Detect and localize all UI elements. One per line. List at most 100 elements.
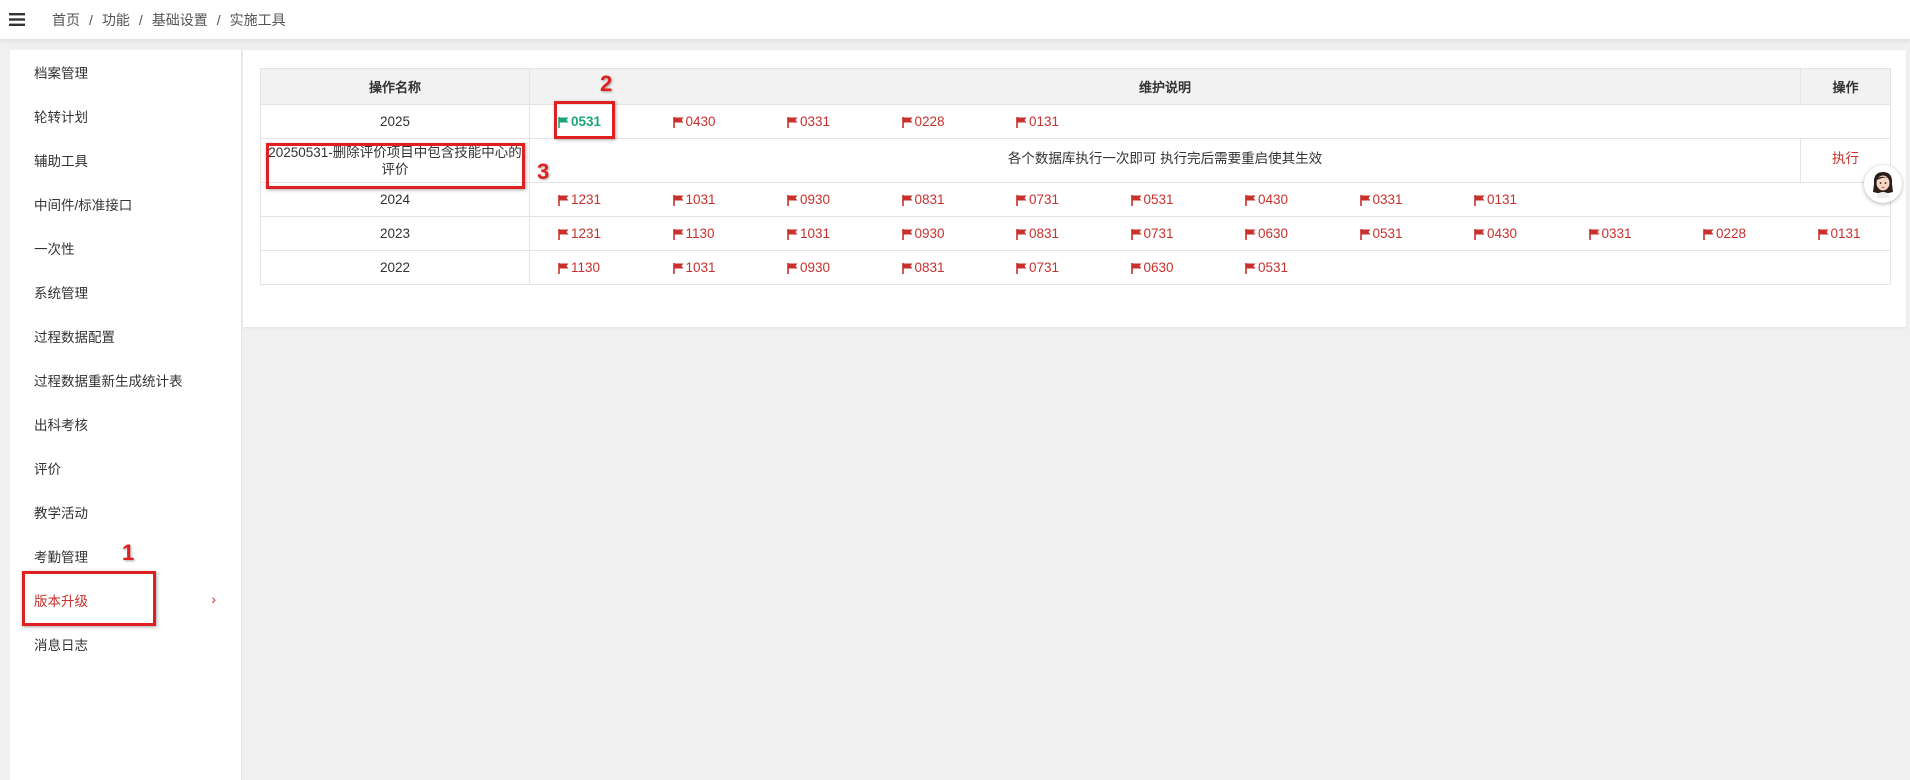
table-row: 20250531-删除评价项目中包含技能中心的评价 各个数据库执行一次即可 执行… (260, 138, 1891, 183)
column-header-operation-name: 操作名称 (260, 68, 530, 105)
year-cell: 2025 (260, 104, 530, 139)
top-bar: 首页 / 功能 / 基础设置 / 实施工具 (0, 0, 1910, 40)
version-link[interactable]: 0831 (1016, 226, 1131, 241)
flag-icon (787, 194, 799, 206)
annotation-number-2: 2 (600, 71, 613, 96)
flag-icon (1016, 116, 1028, 128)
version-link[interactable]: 0531 (1130, 192, 1246, 207)
version-list: 1231 1130 1031 0930 0831 0731 0630 0531 … (529, 216, 1891, 251)
sidebar-item-label: 考勤管理 (34, 550, 88, 565)
assistant-avatar-button[interactable] (1864, 165, 1902, 203)
version-link[interactable]: 0630 (1130, 260, 1246, 275)
flag-icon (1359, 194, 1372, 206)
version-link[interactable]: 1031 (672, 260, 788, 275)
version-link[interactable]: 1031 (672, 192, 788, 207)
version-link[interactable]: 0331 (1359, 192, 1475, 207)
sidebar-item-rotation-plan[interactable]: 轮转计划 (10, 94, 242, 138)
flag-icon (787, 262, 799, 274)
flag-icon (672, 228, 685, 240)
breadcrumb-separator: / (89, 11, 93, 28)
flag-icon (558, 194, 570, 206)
flag-icon (901, 116, 914, 128)
sidebar-item-one-time[interactable]: 一次性 (10, 226, 242, 270)
year-cell: 2023 (260, 216, 530, 251)
flag-icon (1130, 228, 1143, 240)
flag-icon (672, 262, 685, 274)
flag-icon (901, 194, 914, 206)
hamburger-icon (9, 13, 25, 26)
version-link[interactable]: 0930 (901, 226, 1017, 241)
sidebar-item-exit-exam[interactable]: 出科考核 (10, 402, 242, 446)
version-link[interactable]: 0831 (901, 260, 1017, 275)
version-link[interactable]: 0430 (672, 114, 788, 129)
chevron-right-icon: › (211, 591, 216, 607)
column-header-action: 操作 (1800, 68, 1891, 105)
breadcrumb-current: 实施工具 (229, 11, 286, 28)
sidebar-item-label: 过程数据配置 (34, 330, 115, 345)
breadcrumb-home[interactable]: 首页 (52, 10, 80, 30)
flag-icon (1245, 262, 1257, 274)
flag-icon (672, 116, 685, 128)
version-link[interactable]: 0630 (1245, 226, 1360, 241)
operation-name: 20250531-删除评价项目中包含技能中心的评价 (268, 144, 522, 177)
version-link[interactable]: 0731 (1016, 260, 1131, 275)
flag-icon (558, 228, 570, 240)
flag-icon (1130, 262, 1143, 274)
version-link[interactable]: 0131 (1016, 114, 1131, 129)
menu-toggle-button[interactable] (0, 0, 34, 40)
version-list: 1231 1031 0930 0831 0731 0531 0430 0331 … (529, 182, 1891, 217)
breadcrumb: 首页 / 功能 / 基础设置 / 实施工具 (52, 10, 286, 30)
sidebar-item-label: 一次性 (34, 242, 75, 257)
version-link[interactable]: 0930 (787, 192, 902, 207)
version-link[interactable]: 0228 (1703, 226, 1818, 241)
version-link[interactable]: 0731 (1130, 226, 1246, 241)
version-link[interactable]: 0430 (1245, 192, 1360, 207)
breadcrumb-basic-settings[interactable]: 基础设置 (152, 10, 208, 30)
sidebar-item-label: 出科考核 (34, 418, 88, 433)
sidebar-item-archive[interactable]: 档案管理 (10, 50, 242, 94)
column-header-description: 维护说明 (529, 68, 1801, 105)
version-link[interactable]: 0731 (1016, 192, 1131, 207)
flag-icon (558, 116, 570, 128)
version-link[interactable]: 0531 (558, 114, 673, 129)
sidebar-item-middleware[interactable]: 中间件/标准接口 (10, 182, 242, 226)
version-link[interactable]: 1231 (558, 192, 673, 207)
sidebar-item-teaching-activity[interactable]: 教学活动 (10, 490, 242, 534)
version-link[interactable]: 1130 (672, 226, 788, 241)
sidebar-item-aux-tools[interactable]: 辅助工具 (10, 138, 242, 182)
flag-icon (672, 194, 685, 206)
version-link[interactable]: 0131 (1817, 226, 1910, 241)
version-link[interactable]: 0131 (1474, 192, 1589, 207)
sidebar-item-label: 档案管理 (34, 66, 88, 81)
annotation-number-3: 3 (537, 159, 550, 184)
breadcrumb-function[interactable]: 功能 (102, 10, 130, 30)
version-link[interactable]: 0531 (1245, 260, 1360, 275)
main-panel: 操作名称 维护说明 操作 2025 0531 0430 0331 0228 01… (243, 50, 1906, 327)
version-link[interactable]: 0930 (787, 260, 902, 275)
version-link[interactable]: 0228 (901, 114, 1017, 129)
flag-icon (1016, 262, 1028, 274)
sidebar-item-version-upgrade[interactable]: 版本升级 › (10, 578, 242, 622)
flag-icon (558, 262, 570, 274)
flag-icon (1130, 194, 1143, 206)
version-link[interactable]: 0531 (1359, 226, 1475, 241)
sidebar-item-message-log[interactable]: 消息日志 (10, 622, 242, 666)
avatar-icon (1868, 168, 1898, 201)
version-link[interactable]: 0331 (787, 114, 902, 129)
execute-button[interactable]: 执行 (1832, 151, 1859, 166)
version-link[interactable]: 1130 (558, 260, 673, 275)
version-link[interactable]: 1231 (558, 226, 673, 241)
sidebar-item-label: 评价 (34, 462, 61, 477)
version-link[interactable]: 0831 (901, 192, 1017, 207)
sidebar-item-regenerate-stats[interactable]: 过程数据重新生成统计表 (10, 358, 242, 402)
version-link[interactable]: 0331 (1588, 226, 1704, 241)
flag-icon (1016, 194, 1028, 206)
sidebar-item-evaluation[interactable]: 评价 (10, 446, 242, 490)
sidebar-item-system-management[interactable]: 系统管理 (10, 270, 242, 314)
version-link[interactable]: 0430 (1474, 226, 1589, 241)
flag-icon (787, 228, 799, 240)
sidebar-item-label: 轮转计划 (34, 110, 88, 125)
sidebar-item-process-data-config[interactable]: 过程数据配置 (10, 314, 242, 358)
flag-icon (1016, 228, 1028, 240)
version-link[interactable]: 1031 (787, 226, 902, 241)
